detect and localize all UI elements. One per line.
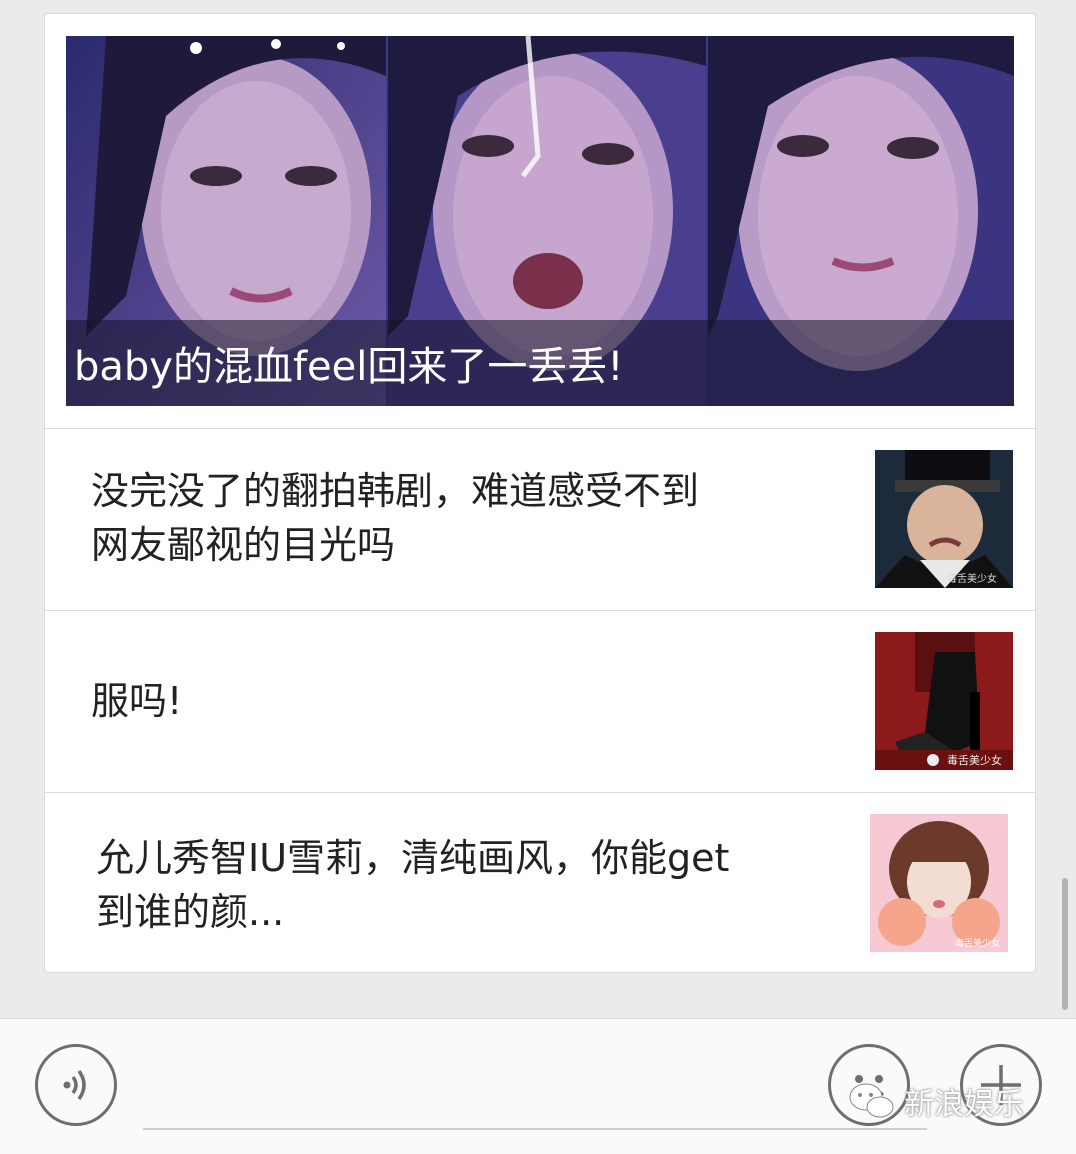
article-title-line: 到谁的颜... — [96, 890, 285, 934]
featured-article-cover[interactable]: baby的混血feel回来了一丢丢! — [66, 36, 1014, 406]
article-title-line: 没完没了的翻拍韩剧，难道感受不到 — [91, 469, 700, 513]
watermark-text: 新浪娱乐 — [904, 1087, 1024, 1122]
article-thumbnail: 毒舌美少女 — [875, 632, 1013, 770]
article-item[interactable]: 允儿秀智IU雪莉，清纯画风，你能get 到谁的颜... 毒舌美少女 — [45, 793, 1035, 972]
article-title-line: 网友鄙视的目光吗 — [91, 523, 396, 567]
article-title-line: 允儿秀智IU雪莉，清纯画风，你能get — [96, 836, 730, 880]
article-list-card: baby的混血feel回来了一丢丢! 没完没了的翻拍韩剧，难道感受不到 网友鄙视… — [44, 13, 1036, 973]
message-input[interactable] — [143, 1128, 927, 1130]
wechat-icon — [849, 1083, 894, 1118]
article-item[interactable]: 没完没了的翻拍韩剧，难道感受不到 网友鄙视的目光吗 毒舌美少女 — [45, 429, 1035, 610]
voice-icon — [63, 1069, 86, 1101]
thumb-watermark: 毒舌美少女 — [947, 572, 997, 585]
article-item[interactable]: 服吗! 毒舌美少女 — [45, 611, 1035, 792]
watermark: 新浪娱乐 — [848, 1076, 1024, 1126]
article-thumbnail: 毒舌美少女 — [875, 450, 1013, 588]
featured-article-title: baby的混血feel回来了一丢丢! — [66, 320, 1014, 406]
thumb-watermark: 毒舌美少女 — [955, 937, 1000, 949]
thumb-watermark: 毒舌美少女 — [947, 753, 1002, 767]
scrollbar[interactable] — [1062, 878, 1068, 1010]
article-title: 服吗! — [91, 674, 182, 728]
voice-button[interactable] — [35, 1044, 117, 1126]
article-title: 允儿秀智IU雪莉，清纯画风，你能get 到谁的颜... — [96, 831, 729, 939]
article-title-line: 服吗! — [91, 679, 183, 723]
article-title: 没完没了的翻拍韩剧，难道感受不到 网友鄙视的目光吗 — [91, 464, 699, 572]
article-thumbnail: 毒舌美少女 — [870, 814, 1008, 952]
